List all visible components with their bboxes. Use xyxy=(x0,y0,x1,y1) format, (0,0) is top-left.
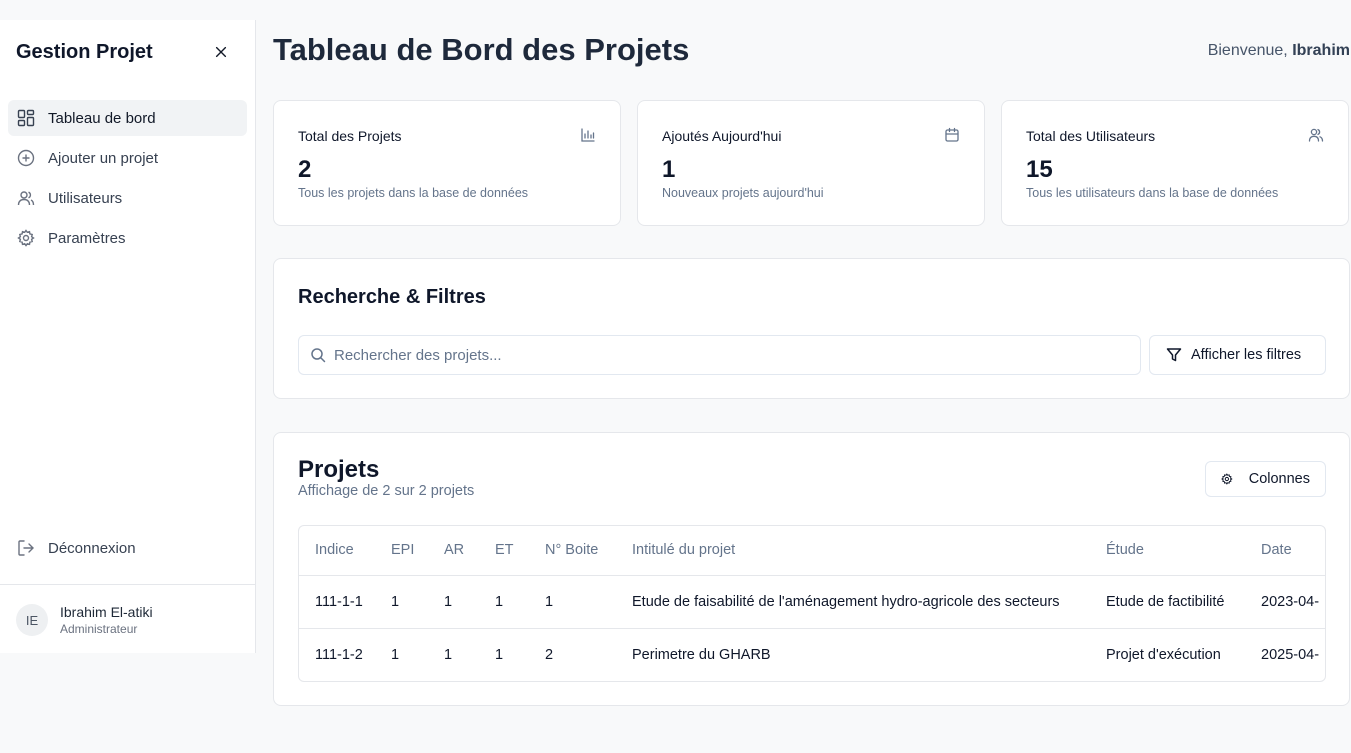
sidebar-item-add-project[interactable]: Ajouter un projet xyxy=(8,140,247,176)
table-row[interactable]: 111-1-1 1 1 1 1 Etude de faisabilité de … xyxy=(299,575,1325,628)
close-icon[interactable] xyxy=(211,42,231,62)
plus-circle-icon xyxy=(17,149,35,167)
projects-title: Projets xyxy=(298,456,380,483)
table-row[interactable]: 111-1-2 1 1 1 2 Perimetre du GHARB Proje… xyxy=(299,627,1325,681)
stat-value: 15 xyxy=(1026,156,1053,183)
logout-section: Déconnexion xyxy=(8,530,247,570)
section-title: Recherche & Filtres xyxy=(298,286,486,308)
cell-epi: 1 xyxy=(375,627,428,681)
cell-indice: 111-1-1 xyxy=(315,593,363,610)
stat-card-total-projects: Total des Projets 2 Tous les projets dan… xyxy=(273,100,621,226)
column-header-indice[interactable]: Indice xyxy=(299,526,375,576)
cell-et: 1 xyxy=(479,627,529,681)
stat-value: 1 xyxy=(662,156,676,183)
stat-label: Total des Projets xyxy=(298,128,402,144)
filter-icon xyxy=(1166,348,1182,362)
projects-card: Projets Affichage de 2 sur 2 projets Col… xyxy=(273,432,1350,706)
sidebar-header: Gestion Projet xyxy=(16,40,231,64)
stat-card-total-users: Total des Utilisateurs 15 Tous les utili… xyxy=(1001,100,1349,226)
avatar: IE xyxy=(16,604,48,636)
columns-label: Colonnes xyxy=(1248,471,1310,487)
gear-icon xyxy=(1221,473,1233,485)
search-icon xyxy=(311,348,326,363)
projects-table: Indice EPI AR ET N° Boite Intitulé du pr… xyxy=(299,526,1325,681)
welcome-message: Bienvenue, Ibrahim xyxy=(1208,41,1350,61)
search-filters-card: Recherche & Filtres Afficher les filtres xyxy=(273,258,1350,399)
stat-card-added-today: Ajoutés Aujourd'hui 1 Nouveaux projets a… xyxy=(637,100,985,226)
cell-date: 2023-04- xyxy=(1261,593,1320,610)
sidebar-item-label: Utilisateurs xyxy=(48,189,123,207)
column-header-boite[interactable]: N° Boite xyxy=(529,526,616,576)
cell-etude: Etude de factibilité xyxy=(1106,593,1225,610)
user-role: Administrateur xyxy=(60,622,138,636)
users-icon xyxy=(1308,128,1324,142)
stat-description: Nouveaux projets aujourd'hui xyxy=(662,186,824,200)
show-filters-button[interactable]: Afficher les filtres xyxy=(1149,335,1326,375)
column-header-ar[interactable]: AR xyxy=(428,526,479,576)
cell-date: 2025-04- xyxy=(1245,627,1325,681)
app-title: Gestion Projet xyxy=(16,41,153,63)
search-input[interactable] xyxy=(334,346,1140,364)
logout-button[interactable]: Déconnexion xyxy=(8,530,247,566)
cell-intitule: Etude de faisabilité de l'aménagement hy… xyxy=(632,593,1060,610)
welcome-prefix: Bienvenue, xyxy=(1207,42,1288,59)
show-filters-label: Afficher les filtres xyxy=(1191,347,1302,363)
sidebar-nav: Tableau de bord Ajouter un projet Utilis… xyxy=(8,100,247,260)
columns-button[interactable]: Colonnes xyxy=(1205,461,1326,497)
sidebar: Gestion Projet Tableau de bord Ajouter u… xyxy=(0,20,256,653)
cell-et: 1 xyxy=(495,593,504,610)
cell-etude: Projet d'exécution xyxy=(1090,627,1245,681)
dashboard-icon xyxy=(17,109,35,127)
cell-ar: 1 xyxy=(428,627,479,681)
gear-icon xyxy=(17,229,35,247)
user-profile[interactable]: IE Ibrahim El-atiki Administrateur xyxy=(16,603,153,637)
stat-label: Ajoutés Aujourd'hui xyxy=(662,128,782,144)
column-header-epi[interactable]: EPI xyxy=(375,526,428,576)
users-icon xyxy=(17,189,35,207)
calendar-icon xyxy=(945,127,959,142)
column-header-et[interactable]: ET xyxy=(479,526,529,576)
welcome-name: Ibrahim xyxy=(1292,42,1350,59)
sidebar-item-label: Tableau de bord xyxy=(48,109,156,127)
cell-ar: 1 xyxy=(444,593,453,610)
search-box[interactable] xyxy=(298,335,1141,375)
page-title: Tableau de Bord des Projets xyxy=(273,32,690,67)
cell-boite: 1 xyxy=(545,593,554,610)
cell-epi: 1 xyxy=(391,593,400,610)
column-header-date[interactable]: Date xyxy=(1245,526,1325,576)
cell-intitule: Perimetre du GHARB xyxy=(616,627,1090,681)
stat-description: Tous les utilisateurs dans la base de do… xyxy=(1026,186,1279,200)
sidebar-item-users[interactable]: Utilisateurs xyxy=(8,180,247,216)
logout-icon xyxy=(17,539,35,557)
main-content: Tableau de Bord des Projets Bienvenue, I… xyxy=(273,0,1351,753)
projects-subtitle: Affichage de 2 sur 2 projets xyxy=(298,483,475,499)
cell-boite: 2 xyxy=(529,627,616,681)
stat-value: 2 xyxy=(298,156,312,183)
bar-chart-icon xyxy=(581,128,595,142)
sidebar-item-label: Paramètres xyxy=(48,229,126,247)
column-header-etude[interactable]: Étude xyxy=(1090,526,1245,576)
cell-indice: 111-1-2 xyxy=(299,627,375,681)
projects-table-container[interactable]: Indice EPI AR ET N° Boite Intitulé du pr… xyxy=(298,525,1326,682)
sidebar-divider xyxy=(0,584,255,585)
sidebar-item-settings[interactable]: Paramètres xyxy=(8,220,247,256)
sidebar-item-label: Ajouter un projet xyxy=(48,149,159,167)
logout-label: Déconnexion xyxy=(48,539,136,557)
column-header-intitule[interactable]: Intitulé du projet xyxy=(616,526,1090,576)
stat-description: Tous les projets dans la base de données xyxy=(298,186,529,200)
user-name: Ibrahim El-atiki xyxy=(60,604,153,620)
sidebar-item-dashboard[interactable]: Tableau de bord xyxy=(8,100,247,136)
user-info: Ibrahim El-atiki Administrateur xyxy=(60,603,153,637)
stat-label: Total des Utilisateurs xyxy=(1026,128,1156,144)
table-header-row: Indice EPI AR ET N° Boite Intitulé du pr… xyxy=(299,526,1325,576)
